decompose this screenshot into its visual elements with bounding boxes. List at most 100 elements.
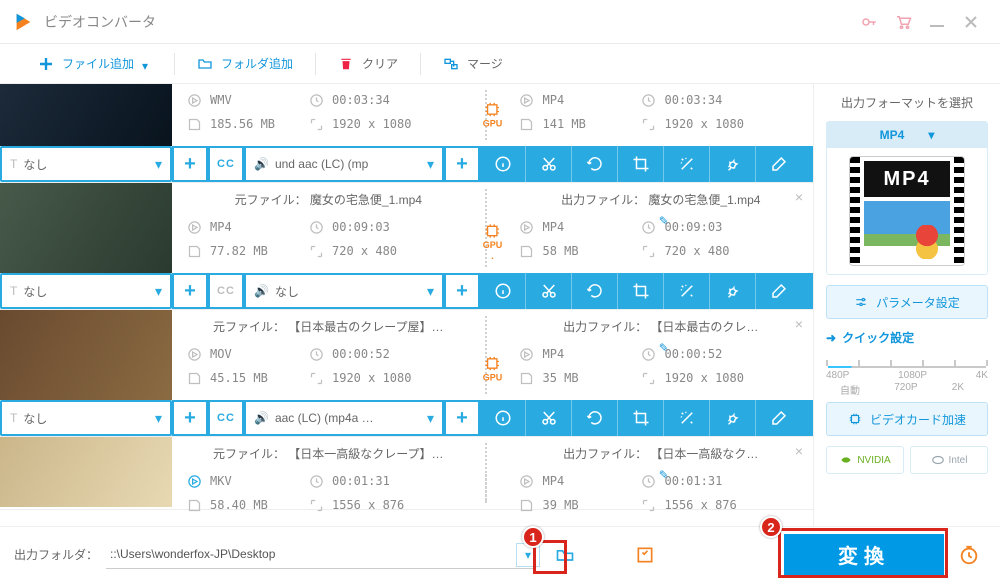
rotate-button[interactable] [572, 400, 618, 436]
chevron-down-icon: ▾ [427, 283, 434, 300]
subtitle-select[interactable]: T なし ▾ [0, 273, 172, 309]
edit-button[interactable] [756, 273, 802, 309]
output-format-box[interactable]: MP4 ▾ MP4 [826, 121, 988, 275]
add-subtitle-button[interactable]: + [172, 273, 208, 309]
dest-info: MP4 00:03:34 141 MB 1920 x 1080 [505, 84, 814, 146]
folder-icon [197, 56, 213, 72]
gpu-accel-button[interactable]: ビデオカード加速 [826, 402, 988, 436]
remove-item-button[interactable]: × [795, 189, 803, 205]
watermark-button[interactable] [710, 146, 756, 182]
trim-button[interactable] [526, 400, 572, 436]
info-button[interactable] [480, 273, 526, 309]
app-logo [12, 11, 34, 33]
dest-size: 58 MB [543, 244, 633, 258]
cc-button[interactable]: CC [208, 146, 244, 182]
trim-button[interactable] [526, 273, 572, 309]
license-key-button[interactable] [852, 7, 886, 37]
dest-size: 39 MB [543, 498, 633, 512]
cc-button[interactable]: CC [208, 400, 244, 436]
dest-duration: 00:09:03 [665, 220, 723, 234]
quick-resolution-slider[interactable]: 480P 1080P 4K 自動 720P 2K [826, 356, 988, 392]
subtitle-select[interactable]: T なし ▾ [0, 400, 172, 436]
merge-button[interactable]: マージ [433, 49, 513, 78]
output-format-header[interactable]: MP4 ▾ [827, 122, 987, 148]
dest-dimensions: 1920 x 1080 [665, 117, 744, 131]
subtitle-icon: T [10, 411, 17, 425]
list-item: 元ファイル： 【日本一高級なクレープ】… 出力ファイル： 【日本一高級なク… ✎… [0, 437, 813, 510]
subtitle-value: なし [23, 156, 47, 173]
dimensions-icon [641, 116, 657, 132]
add-folder-button[interactable]: フォルダ追加 [187, 49, 303, 78]
trim-button[interactable] [526, 146, 572, 182]
add-subtitle-button[interactable]: + [172, 400, 208, 436]
filesize-icon [519, 497, 535, 513]
audio-select[interactable]: 🔊 und aac (LC) (mp ▾ [244, 146, 444, 182]
minimize-button[interactable] [920, 7, 954, 37]
dimensions-icon [308, 497, 324, 513]
source-size: 58.40 MB [210, 498, 300, 512]
audio-select[interactable]: 🔊 なし ▾ [244, 273, 444, 309]
audio-select[interactable]: 🔊 aac (LC) (mp4a … ▾ [244, 400, 444, 436]
cc-button[interactable]: CC [208, 273, 244, 309]
close-button[interactable] [954, 7, 988, 37]
audio-value: und aac (LC) (mp [275, 157, 368, 171]
crop-button[interactable] [618, 146, 664, 182]
info-button[interactable] [480, 146, 526, 182]
watermark-button[interactable] [710, 273, 756, 309]
subtitle-select[interactable]: T なし ▾ [0, 146, 172, 182]
clock-icon [308, 473, 324, 489]
clock-icon [641, 92, 657, 108]
schedule-button[interactable] [952, 540, 986, 570]
crop-button[interactable] [618, 273, 664, 309]
source-title: 元ファイル： 魔女の宅急便_1.mp4 [172, 183, 481, 211]
rotate-button[interactable] [572, 273, 618, 309]
source-duration: 00:01:31 [332, 474, 390, 488]
intel-chip[interactable]: Intel [910, 446, 988, 474]
open-folder-button[interactable] [548, 540, 582, 570]
thumbnail[interactable] [0, 84, 172, 146]
separator [174, 53, 175, 75]
source-info: MOV 00:00:52 45.15 MB 1920 x 1080 [172, 338, 481, 400]
dest-duration: 00:03:34 [665, 93, 723, 107]
source-title: 元ファイル： 【日本最古のクレープ屋】… [172, 310, 481, 338]
add-audio-button[interactable]: + [444, 400, 480, 436]
rotate-button[interactable] [572, 146, 618, 182]
source-format: WMV [210, 93, 300, 107]
item-controls: T なし ▾ + CC 🔊 und aac (LC) (mp ▾ + [0, 146, 813, 182]
add-subtitle-button[interactable]: + [172, 146, 208, 182]
task-list-button[interactable] [628, 540, 662, 570]
edit-button[interactable] [756, 146, 802, 182]
add-audio-button[interactable]: + [444, 273, 480, 309]
clock-icon [308, 346, 324, 362]
output-folder-input[interactable] [106, 541, 536, 569]
dest-dimensions: 720 x 480 [665, 244, 730, 258]
add-folder-label: フォルダ追加 [221, 55, 293, 72]
add-file-button[interactable]: ファイル追加 ▾ [28, 49, 162, 78]
effects-button[interactable] [664, 273, 710, 309]
watermark-button[interactable] [710, 400, 756, 436]
remove-item-button[interactable]: × [795, 316, 803, 332]
cart-button[interactable] [886, 7, 920, 37]
output-format-thumb: MP4 [827, 148, 987, 274]
source-dimensions: 1920 x 1080 [332, 371, 411, 385]
add-audio-button[interactable]: + [444, 146, 480, 182]
dest-format: MP4 [543, 474, 633, 488]
conversion-arrow: GPU [481, 84, 505, 146]
conversion-arrow [481, 465, 505, 509]
clear-button[interactable]: クリア [328, 49, 408, 78]
dimensions-icon [308, 370, 324, 386]
remove-item-button[interactable]: × [795, 443, 803, 459]
add-file-label: ファイル追加 [62, 55, 134, 72]
nvidia-chip[interactable]: NVIDIA [826, 446, 904, 474]
info-button[interactable] [480, 400, 526, 436]
edit-button[interactable] [756, 400, 802, 436]
effects-button[interactable] [664, 146, 710, 182]
convert-button[interactable]: 変換 [784, 534, 944, 576]
effects-button[interactable] [664, 400, 710, 436]
app-title: ビデオコンバータ [44, 12, 156, 32]
source-dimensions: 1556 x 876 [332, 498, 404, 512]
source-format: MP4 [210, 220, 300, 234]
crop-button[interactable] [618, 400, 664, 436]
parameter-settings-button[interactable]: パラメータ設定 [826, 285, 988, 319]
dest-duration: 00:00:52 [665, 347, 723, 361]
